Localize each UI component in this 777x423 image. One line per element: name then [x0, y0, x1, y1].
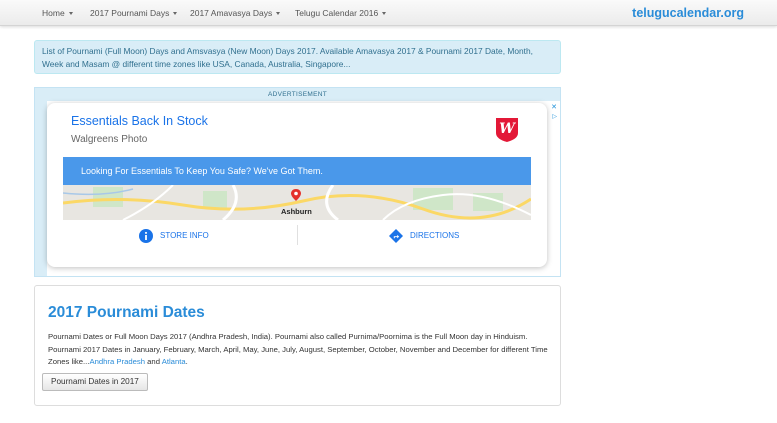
nav-amavasya-label: 2017 Amavasya Days	[190, 8, 273, 18]
store-info-label: STORE INFO	[160, 231, 209, 240]
advertisement-label: ADVERTISEMENT	[267, 91, 328, 98]
directions-button[interactable]: DIRECTIONS	[389, 228, 459, 244]
walgreens-logo-icon: W	[496, 118, 518, 142]
caret-down-icon	[382, 12, 387, 15]
pournami-dates-2017-button[interactable]: Pournami Dates in 2017	[42, 373, 148, 391]
panel-end-text: .	[185, 357, 188, 366]
walgreens-logo-letter: W	[499, 121, 516, 137]
nav-home-label: Home	[42, 8, 65, 18]
ad-frame: ✕ ▷ Essentials Back In Stock Walgreens P…	[47, 101, 560, 276]
advertisement-container: ADVERTISEMENT ✕ ▷ Essentials Back In Sto…	[34, 87, 561, 277]
ad-advertiser: Walgreens Photo	[71, 134, 148, 145]
atlanta-link[interactable]: Atlanta	[162, 357, 186, 366]
ad-actions-divider	[297, 225, 298, 245]
nav-amavasya-days[interactable]: 2017 Amavasya Days	[190, 0, 281, 26]
nav-home[interactable]: Home	[42, 0, 73, 26]
andhra-pradesh-link[interactable]: Andhra Pradesh	[89, 357, 145, 366]
ad-choices-icon[interactable]: ▷	[552, 113, 557, 120]
nav-pournami-label: 2017 Pournami Days	[90, 8, 170, 18]
brand-logo-link[interactable]: telugucalendar.org	[632, 0, 744, 26]
info-icon	[139, 228, 153, 243]
nav-telugu-calendar-label: Telugu Calendar 2016	[295, 8, 379, 18]
caret-down-icon	[173, 12, 178, 15]
ad-map[interactable]: Ashburn	[63, 185, 531, 220]
intro-alert: List of Pournami (Full Moon) Days and Am…	[34, 40, 561, 74]
directions-label: DIRECTIONS	[410, 231, 460, 240]
panel-description: Pournami Dates or Full Moon Days 2017 (A…	[48, 331, 553, 369]
map-location-label: Ashburn	[281, 207, 312, 216]
top-navbar: Home 2017 Pournami Days 2017 Amavasya Da…	[0, 0, 777, 26]
ad-title[interactable]: Essentials Back In Stock	[71, 114, 208, 128]
ad-banner[interactable]: Looking For Essentials To Keep You Safe?…	[63, 157, 531, 185]
nav-telugu-calendar[interactable]: Telugu Calendar 2016	[295, 0, 387, 26]
ad-close-icon[interactable]: ✕	[551, 104, 557, 112]
directions-icon	[389, 228, 403, 243]
store-info-button[interactable]: STORE INFO	[139, 228, 209, 244]
caret-down-icon	[68, 12, 73, 15]
panel-title: 2017 Pournami Dates	[48, 304, 205, 321]
pournami-panel: 2017 Pournami Dates Pournami Dates or Fu…	[34, 285, 561, 406]
ad-card[interactable]: Essentials Back In Stock Walgreens Photo…	[47, 103, 547, 267]
panel-connector-text: and	[147, 357, 160, 366]
nav-pournami-days[interactable]: 2017 Pournami Days	[90, 0, 178, 26]
caret-down-icon	[276, 12, 281, 15]
ad-actions: STORE INFO DIRECTIONS	[47, 220, 547, 250]
